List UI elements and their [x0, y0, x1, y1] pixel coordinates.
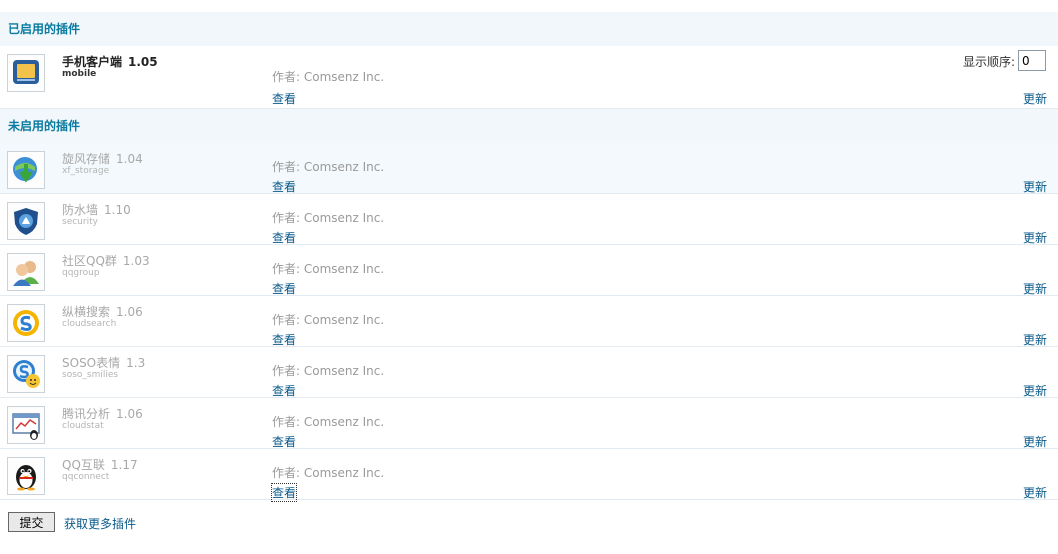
- view-link[interactable]: 查看: [272, 331, 296, 348]
- view-link[interactable]: 查看: [272, 178, 296, 195]
- view-link[interactable]: 查看: [272, 229, 296, 246]
- update-link[interactable]: 更新: [1023, 229, 1047, 246]
- cloud-search-icon: [7, 304, 45, 342]
- plugin-author: 作者: Comsenz Inc.: [272, 70, 385, 84]
- update-link[interactable]: 更新: [1023, 331, 1047, 348]
- update-link[interactable]: 更新: [1023, 382, 1047, 399]
- plugin-row-mobile: 手机客户端 1.05 mobile 作者: Comsenz Inc. 查看 显示顺…: [0, 46, 1058, 109]
- update-link[interactable]: 更新: [1023, 484, 1047, 501]
- view-link[interactable]: 查看: [272, 90, 296, 107]
- plugin-row-soso-smilies: SOSO表情 1.3 soso_smilies 作者: Comsenz Inc. …: [0, 347, 1058, 398]
- plugin-identifier: security: [62, 217, 98, 227]
- update-link[interactable]: 更新: [1023, 178, 1047, 195]
- plugin-author: 作者: Comsenz Inc.: [272, 262, 385, 276]
- plugin-identifier: soso_smilies: [62, 370, 119, 380]
- plugin-name: 手机客户端 1.05: [62, 55, 158, 69]
- plugin-name: 腾讯分析 1.06: [62, 407, 143, 421]
- submit-button[interactable]: 提交: [8, 512, 55, 532]
- qq-penguin-icon: [7, 457, 45, 495]
- display-order-label: 显示顺序:: [963, 55, 1016, 69]
- plugin-identifier: cloudsearch: [62, 319, 117, 329]
- view-link[interactable]: 查看: [272, 382, 296, 399]
- plugin-author: 作者: Comsenz Inc.: [272, 313, 385, 327]
- plugin-row-cloudsearch: 纵横搜索 1.06 cloudsearch 作者: Comsenz Inc. 查看…: [0, 296, 1058, 347]
- plugin-identifier: xf_storage: [62, 166, 110, 176]
- plugin-name: 防水墙 1.10: [62, 203, 131, 217]
- update-link[interactable]: 更新: [1023, 280, 1047, 297]
- plugin-identifier: qqgroup: [62, 268, 100, 278]
- plugin-row-qqgroup: 社区QQ群 1.03 qqgroup 作者: Comsenz Inc. 查看 更新: [0, 245, 1058, 296]
- plugin-row-xf-storage: 旋风存储 1.04 xf_storage 作者: Comsenz Inc. 查看 …: [0, 143, 1058, 194]
- qq-group-icon: [7, 253, 45, 291]
- mobile-client-icon: [7, 54, 45, 92]
- update-link[interactable]: 更新: [1023, 90, 1047, 107]
- soso-smilies-icon: [7, 355, 45, 393]
- view-link[interactable]: 查看: [272, 280, 296, 297]
- disabled-plugins-heading: 未启用的插件: [0, 109, 1058, 143]
- cloud-stat-icon: [7, 406, 45, 444]
- update-link[interactable]: 更新: [1023, 433, 1047, 450]
- storage-icon: [7, 151, 45, 189]
- plugin-row-cloudstat: 腾讯分析 1.06 cloudstat 作者: Comsenz Inc. 查看 更…: [0, 398, 1058, 449]
- plugin-author: 作者: Comsenz Inc.: [272, 415, 385, 429]
- plugin-name: 旋风存储 1.04: [62, 152, 143, 166]
- plugin-identifier: cloudstat: [62, 421, 104, 431]
- plugin-identifier: qqconnect: [62, 472, 110, 482]
- plugin-author: 作者: Comsenz Inc.: [272, 466, 385, 480]
- display-order-input[interactable]: [1018, 50, 1046, 71]
- plugin-name: SOSO表情 1.3: [62, 356, 146, 370]
- plugin-row-security: 防水墙 1.10 security 作者: Comsenz Inc. 查看 更新: [0, 194, 1058, 245]
- view-link[interactable]: 查看: [272, 433, 296, 450]
- security-shield-icon: [7, 202, 45, 240]
- plugin-author: 作者: Comsenz Inc.: [272, 160, 385, 174]
- plugin-author: 作者: Comsenz Inc.: [272, 364, 385, 378]
- get-more-plugins-link[interactable]: 获取更多插件: [64, 515, 136, 532]
- plugin-row-qqconnect: QQ互联 1.17 qqconnect 作者: Comsenz Inc. 查看 更…: [0, 449, 1058, 502]
- plugin-name: 社区QQ群 1.03: [62, 254, 150, 268]
- view-link[interactable]: 查看: [270, 483, 298, 502]
- plugin-name: QQ互联 1.17: [62, 458, 138, 472]
- plugin-name: 纵横搜索 1.06: [62, 305, 143, 319]
- plugin-author: 作者: Comsenz Inc.: [272, 211, 385, 225]
- enabled-plugins-heading: 已启用的插件: [0, 12, 1058, 46]
- plugin-identifier: mobile: [62, 69, 97, 79]
